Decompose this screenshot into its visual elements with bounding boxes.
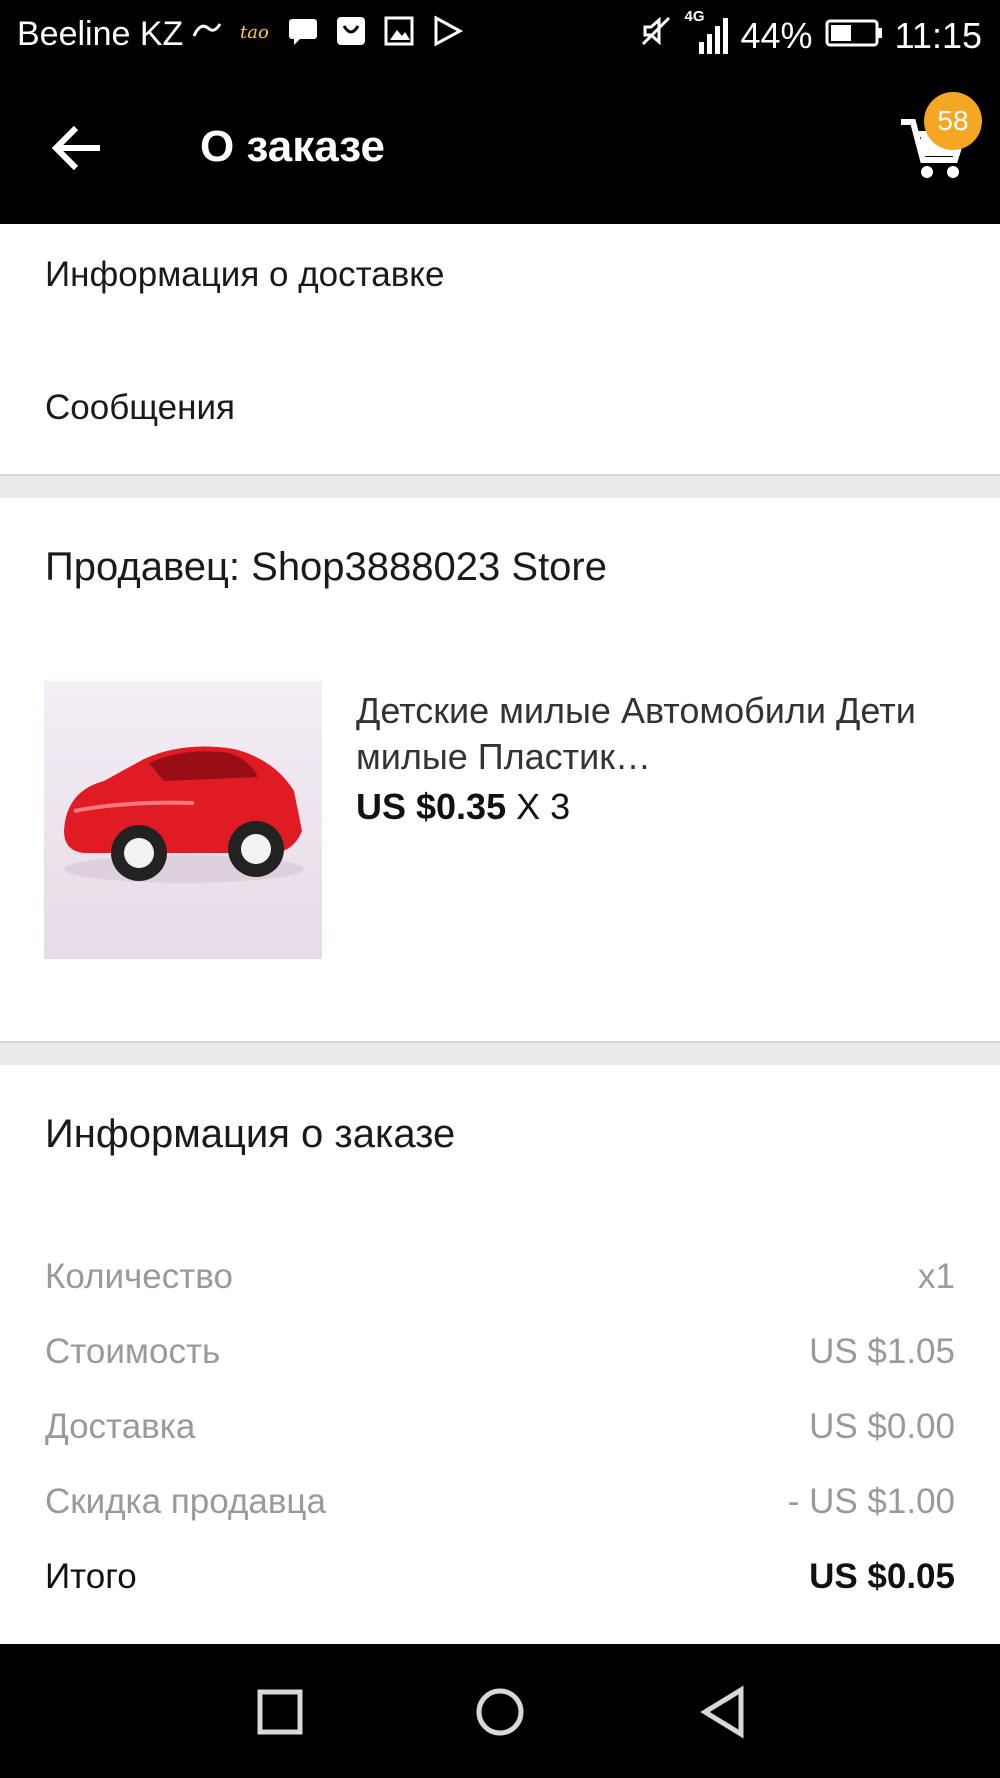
seller-discount-row: Скидка продавца - US $1.00 bbox=[45, 1482, 955, 1522]
seller-discount-value: - US $1.00 bbox=[787, 1482, 955, 1521]
back-nav-icon[interactable] bbox=[693, 1682, 753, 1742]
network-type: 4G bbox=[684, 7, 705, 25]
back-arrow-icon[interactable] bbox=[48, 120, 108, 176]
product-title[interactable]: Детские милые Автомобили Дети милые Плас… bbox=[356, 688, 916, 780]
section-divider bbox=[0, 474, 1000, 498]
shipping-value: US $0.00 bbox=[809, 1407, 955, 1446]
product-image[interactable] bbox=[44, 681, 322, 959]
total-row: Итого US $0.05 bbox=[45, 1557, 955, 1597]
product-quantity: X 3 bbox=[516, 786, 571, 827]
taobao-icon: tao bbox=[238, 14, 272, 48]
product-price-line: US $0.35 X 3 bbox=[356, 786, 570, 828]
quantity-label: Количество bbox=[45, 1257, 233, 1296]
mute-icon bbox=[639, 14, 673, 57]
cart-count-badge: 58 bbox=[924, 92, 982, 150]
cost-row: Стоимость US $1.05 bbox=[45, 1332, 955, 1372]
total-label: Итого bbox=[45, 1557, 137, 1596]
carrier-name: Beeline KZ bbox=[17, 15, 184, 53]
order-info-title: Информация о заказе bbox=[45, 1112, 456, 1156]
quantity-row: Количество x1 bbox=[45, 1257, 955, 1297]
image-icon bbox=[382, 14, 416, 48]
notification-icons: tao bbox=[190, 14, 464, 48]
product-price: US $0.35 bbox=[356, 786, 507, 827]
shopping-bag-icon bbox=[334, 14, 368, 48]
delivery-info-link[interactable]: Информация о доставке bbox=[45, 255, 444, 295]
svg-text:tao: tao bbox=[240, 22, 269, 43]
total-value: US $0.05 bbox=[809, 1557, 955, 1596]
signal-icon: 4G bbox=[685, 8, 729, 56]
message-icon bbox=[286, 14, 320, 48]
section-divider bbox=[0, 1041, 1000, 1065]
battery-icon bbox=[825, 15, 883, 57]
status-bar: Beeline KZ tao 4G 44% 11:15 bbox=[0, 0, 1000, 72]
play-store-icon bbox=[430, 14, 464, 48]
system-nav-bar bbox=[0, 1644, 1000, 1778]
recent-apps-icon[interactable] bbox=[250, 1682, 310, 1742]
seller-discount-label: Скидка продавца bbox=[45, 1482, 326, 1521]
shipping-row: Доставка US $0.00 bbox=[45, 1407, 955, 1447]
quantity-value: x1 bbox=[918, 1257, 955, 1296]
app-bar: О заказе 58 bbox=[0, 72, 1000, 224]
page-title: О заказе bbox=[200, 122, 386, 171]
status-right: 4G 44% 11:15 bbox=[639, 8, 982, 57]
messages-link[interactable]: Сообщения bbox=[45, 388, 235, 428]
seller-name[interactable]: Продавец: Shop3888023 Store bbox=[45, 545, 607, 590]
battery-level: 44% bbox=[740, 14, 813, 56]
clock: 11:15 bbox=[894, 14, 982, 56]
aliexpress-icon bbox=[190, 14, 224, 48]
cost-value: US $1.05 bbox=[809, 1332, 955, 1371]
cost-label: Стоимость bbox=[45, 1332, 221, 1371]
home-icon[interactable] bbox=[470, 1682, 530, 1742]
shipping-label: Доставка bbox=[45, 1407, 196, 1446]
